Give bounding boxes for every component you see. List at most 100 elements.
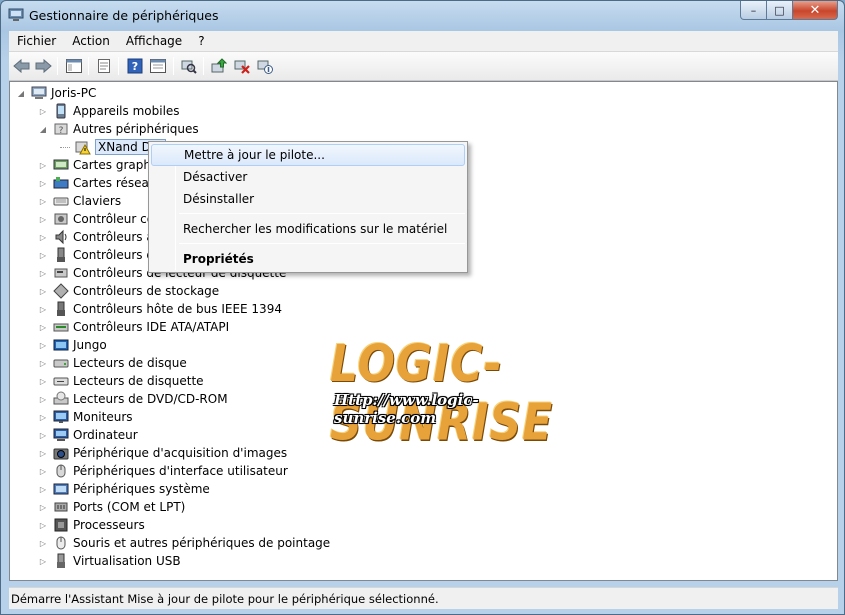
- tree-item[interactable]: ▷ Souris et autres périphériques de point…: [38, 534, 330, 552]
- menu-action[interactable]: Action: [64, 34, 118, 48]
- tree-item-label: Périphériques système: [73, 482, 210, 496]
- expand-icon[interactable]: ▷: [38, 412, 48, 422]
- expand-icon[interactable]: ▷: [38, 556, 48, 566]
- tree-item[interactable]: ▷ Jungo: [38, 336, 107, 354]
- expand-icon[interactable]: ▷: [38, 214, 48, 224]
- expand-icon[interactable]: ▷: [38, 250, 48, 260]
- menu-help[interactable]: ?: [190, 34, 212, 48]
- tree-item[interactable]: ▷ Contrôleurs de: [38, 246, 161, 264]
- tree-item[interactable]: ▷ Contrôleurs de stockage: [38, 282, 219, 300]
- console-icon[interactable]: [149, 57, 167, 75]
- minimize-button[interactable]: –: [740, 1, 767, 20]
- tree-item-label: Appareils mobiles: [73, 104, 180, 118]
- expand-icon[interactable]: ▷: [38, 178, 48, 188]
- tree-item-label: Périphériques d'interface utilisateur: [73, 464, 288, 478]
- forward-icon[interactable]: [34, 57, 52, 75]
- tree-item[interactable]: ▷ Contrôleurs IDE ATA/ATAPI: [38, 318, 229, 336]
- tree-item[interactable]: ▷ Périphérique d'acquisition d'images: [38, 444, 287, 462]
- properties-menu-item[interactable]: Propriétés: [151, 248, 465, 270]
- status-bar: Démarre l'Assistant Mise à jour de pilot…: [9, 587, 838, 609]
- network-adapter-icon: [53, 175, 69, 191]
- tree-item[interactable]: ▷ Ordinateur: [38, 426, 138, 444]
- back-icon[interactable]: [13, 57, 31, 75]
- expand-icon[interactable]: ▷: [38, 286, 48, 296]
- tree-item[interactable]: ▷ Cartes réseau: [38, 174, 157, 192]
- close-button[interactable]: ✕: [793, 1, 838, 20]
- tree-item[interactable]: ▷ Lecteurs de DVD/CD-ROM: [38, 390, 228, 408]
- tree-item[interactable]: ▷ Ports (COM et LPT): [38, 498, 185, 516]
- expand-icon[interactable]: ▷: [38, 304, 48, 314]
- tree-item[interactable]: ▷ Contrôleurs hôte de bus IEEE 1394: [38, 300, 282, 318]
- tree-item[interactable]: ▷ Périphériques système: [38, 480, 210, 498]
- properties-icon[interactable]: [95, 57, 113, 75]
- mouse-icon: [53, 535, 69, 551]
- tree-item[interactable]: ▷ Processeurs: [38, 516, 145, 534]
- scan-hardware-icon[interactable]: [180, 57, 198, 75]
- tree-item[interactable]: ▷ Moniteurs: [38, 408, 133, 426]
- expand-icon[interactable]: ▷: [38, 322, 48, 332]
- expand-icon[interactable]: ▷: [38, 376, 48, 386]
- hid-icon: [53, 463, 69, 479]
- tree-item[interactable]: ▷ Cartes graphiq: [38, 156, 162, 174]
- display-adapter-icon: [53, 157, 69, 173]
- menu-bar: Fichier Action Affichage ?: [9, 31, 838, 52]
- tree-item[interactable]: ▷ Virtualisation USB: [38, 552, 181, 570]
- camera-icon: [53, 445, 69, 461]
- tree-item[interactable]: ▷ Claviers: [38, 192, 121, 210]
- expand-icon[interactable]: ▷: [38, 520, 48, 530]
- uninstall-menu-item[interactable]: Désinstaller: [151, 188, 465, 210]
- menu-affichage[interactable]: Affichage: [118, 34, 190, 48]
- tree-item-label: Contrôleurs IDE ATA/ATAPI: [73, 320, 230, 334]
- tree-item[interactable]: ▷ Lecteurs de disquette: [38, 372, 204, 390]
- warning-device-icon: [75, 139, 91, 155]
- tree-item[interactable]: ◢? Autres périphériques: [38, 120, 199, 138]
- tree-item[interactable]: ▷ Contrôleur con: [38, 210, 162, 228]
- expand-icon[interactable]: ▷: [38, 232, 48, 242]
- expand-icon[interactable]: ▷: [38, 196, 48, 206]
- expand-icon[interactable]: ▷: [38, 466, 48, 476]
- svg-text:?: ?: [132, 60, 138, 73]
- title-bar[interactable]: Gestionnaire de périphériques – □ ✕: [1, 1, 844, 31]
- expand-icon[interactable]: ▷: [38, 160, 48, 170]
- expand-icon[interactable]: ▷: [38, 502, 48, 512]
- toolbar-separator: [118, 57, 119, 75]
- tree-item[interactable]: ▷ Lecteurs de disque: [38, 354, 187, 372]
- collapse-icon[interactable]: ◢: [38, 124, 48, 134]
- tree-item[interactable]: ▷ Périphériques d'interface utilisateur: [38, 462, 288, 480]
- expand-icon[interactable]: ▷: [38, 430, 48, 440]
- tree-root[interactable]: ◢ Joris-PC: [16, 84, 96, 102]
- tree-item-label: Ports (COM et LPT): [73, 500, 186, 514]
- expand-icon[interactable]: ▷: [38, 268, 48, 278]
- context-menu-separator: [179, 243, 465, 244]
- menu-fichier[interactable]: Fichier: [9, 34, 64, 48]
- storage-controller-icon: [53, 283, 69, 299]
- keyboard-icon: [53, 193, 69, 209]
- tree-item[interactable]: ▷ Contrôleurs au: [38, 228, 161, 246]
- show-hide-console-tree-icon[interactable]: [65, 57, 83, 75]
- update-driver-icon[interactable]: [210, 57, 228, 75]
- expand-icon[interactable]: ▷: [38, 448, 48, 458]
- expand-icon[interactable]: ▷: [38, 538, 48, 548]
- expand-icon[interactable]: ▷: [38, 394, 48, 404]
- port-icon: [53, 499, 69, 515]
- tree-item-label: Jungo: [73, 338, 107, 352]
- expand-icon[interactable]: ▷: [38, 340, 48, 350]
- tree-item-label: Lecteurs de disque: [73, 356, 187, 370]
- tree-root-label: Joris-PC: [51, 86, 97, 100]
- scan-hardware-menu-item[interactable]: Rechercher les modifications sur le maté…: [151, 218, 465, 240]
- disable-menu-item[interactable]: Désactiver: [151, 166, 465, 188]
- uninstall-icon[interactable]: [233, 57, 251, 75]
- update-driver-menu-item[interactable]: Mettre à jour le pilote...: [151, 144, 465, 166]
- expand-icon[interactable]: ▷: [38, 106, 48, 116]
- maximize-button[interactable]: □: [767, 1, 793, 20]
- expand-icon[interactable]: ▷: [38, 358, 48, 368]
- help-icon[interactable]: ?: [126, 57, 144, 75]
- tree-item-label: Autres périphériques: [73, 122, 199, 136]
- tree-item-label: Processeurs: [73, 518, 145, 532]
- disk-drive-icon: [53, 355, 69, 371]
- tree-item-label: Contrôleurs hôte de bus IEEE 1394: [73, 302, 282, 316]
- tree-item[interactable]: ▷ Appareils mobiles: [38, 102, 180, 120]
- collapse-icon[interactable]: ◢: [16, 88, 26, 98]
- disable-icon[interactable]: [256, 57, 274, 75]
- expand-icon[interactable]: ▷: [38, 484, 48, 494]
